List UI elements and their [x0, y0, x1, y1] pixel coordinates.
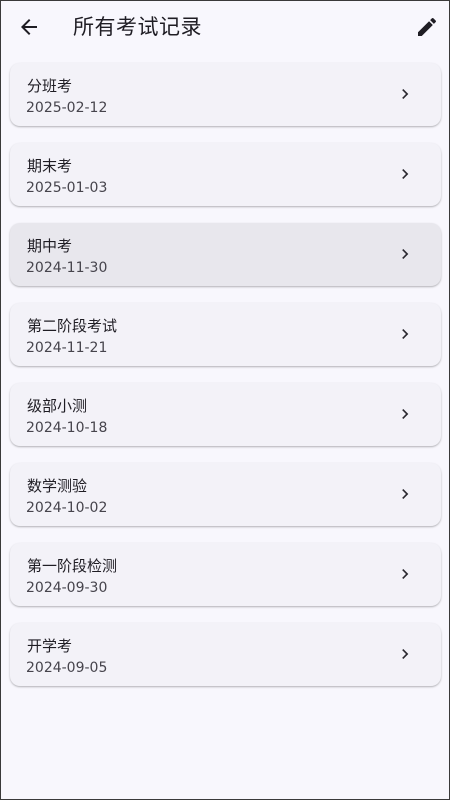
- exam-card[interactable]: 分班考 2025-02-12: [10, 63, 441, 126]
- exam-records-screen: 所有考试记录 分班考 2025-02-12 期末考 2025-01-03 期中考…: [0, 0, 450, 800]
- exam-name: 期中考: [27, 237, 73, 255]
- exam-card[interactable]: 数学测验 2024-10-02: [10, 463, 441, 526]
- exam-date: 2025-02-12: [26, 100, 108, 116]
- exam-date: 2024-11-30: [26, 260, 108, 276]
- exam-card[interactable]: 开学考 2024-09-05: [10, 623, 441, 686]
- chevron-right-icon: [395, 643, 415, 665]
- chevron-right-icon: [395, 83, 415, 105]
- app-bar: 所有考试记录: [1, 1, 449, 53]
- exam-date: 2025-01-03: [26, 180, 108, 196]
- exam-name: 期末考: [27, 157, 73, 175]
- exam-name: 开学考: [27, 637, 73, 655]
- chevron-right-icon: [395, 323, 415, 345]
- arrow-left-icon: [21, 19, 37, 35]
- exam-list: 分班考 2025-02-12 期末考 2025-01-03 期中考 2024-1…: [10, 63, 441, 703]
- page-title: 所有考试记录: [73, 15, 202, 39]
- exam-card[interactable]: 级部小测 2024-10-18: [10, 383, 441, 446]
- exam-card[interactable]: 期中考 2024-11-30: [10, 223, 441, 286]
- exam-card[interactable]: 期末考 2025-01-03: [10, 143, 441, 206]
- exam-date: 2024-10-02: [26, 500, 108, 516]
- chevron-right-icon: [395, 483, 415, 505]
- back-button[interactable]: [7, 5, 51, 49]
- exam-name: 级部小测: [27, 397, 88, 415]
- exam-date: 2024-10-18: [26, 420, 108, 436]
- chevron-right-icon: [395, 163, 415, 185]
- exam-card[interactable]: 第一阶段检测 2024-09-30: [10, 543, 441, 606]
- exam-name: 第二阶段考试: [27, 317, 118, 335]
- chevron-right-icon: [395, 243, 415, 265]
- chevron-right-icon: [395, 403, 415, 425]
- chevron-right-icon: [395, 563, 415, 585]
- exam-name: 数学测验: [27, 477, 88, 495]
- exam-name: 第一阶段检测: [27, 557, 118, 575]
- edit-button[interactable]: [405, 5, 449, 49]
- exam-card[interactable]: 第二阶段考试 2024-11-21: [10, 303, 441, 366]
- exam-date: 2024-09-30: [26, 580, 108, 596]
- exam-date: 2024-11-21: [26, 340, 108, 356]
- exam-date: 2024-09-05: [26, 660, 108, 676]
- pencil-icon: [418, 17, 437, 36]
- exam-name: 分班考: [27, 77, 73, 95]
